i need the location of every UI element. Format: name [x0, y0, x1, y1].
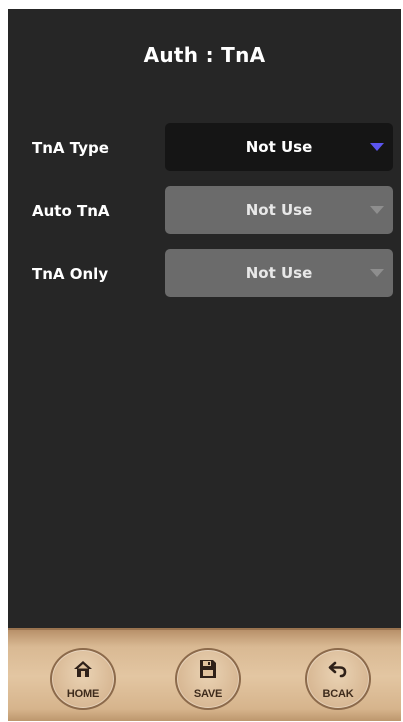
back-label: BCAK	[322, 688, 354, 700]
back-arrow-icon	[307, 659, 369, 683]
bottom-nav-bar: HOME SAVE BCAK	[8, 628, 401, 721]
tna-type-dropdown[interactable]: Not Use	[165, 123, 393, 171]
save-icon	[177, 659, 239, 683]
tna-type-value: Not Use	[245, 138, 313, 156]
tna-only-dropdown[interactable]: Not Use	[165, 249, 393, 297]
auto-tna-label: Auto TnA	[32, 202, 110, 220]
app-screen: Auth : TnA TnA Type Not Use Auto TnA Not…	[8, 9, 401, 721]
tna-only-value: Not Use	[245, 264, 313, 282]
page-title: Auth : TnA	[143, 43, 266, 67]
save-label: SAVE	[193, 688, 223, 700]
auto-tna-value: Not Use	[245, 201, 313, 219]
auto-tna-dropdown[interactable]: Not Use	[165, 186, 393, 234]
tna-type-label: TnA Type	[32, 139, 109, 157]
home-icon	[52, 659, 114, 683]
chevron-down-icon	[370, 143, 384, 151]
chevron-down-icon	[370, 206, 384, 214]
tna-only-label: TnA Only	[32, 265, 109, 283]
chevron-down-icon	[370, 269, 384, 277]
save-button[interactable]: SAVE	[175, 648, 241, 710]
home-button[interactable]: HOME	[50, 648, 116, 710]
back-button[interactable]: BCAK	[305, 648, 371, 710]
home-label: HOME	[66, 688, 100, 700]
